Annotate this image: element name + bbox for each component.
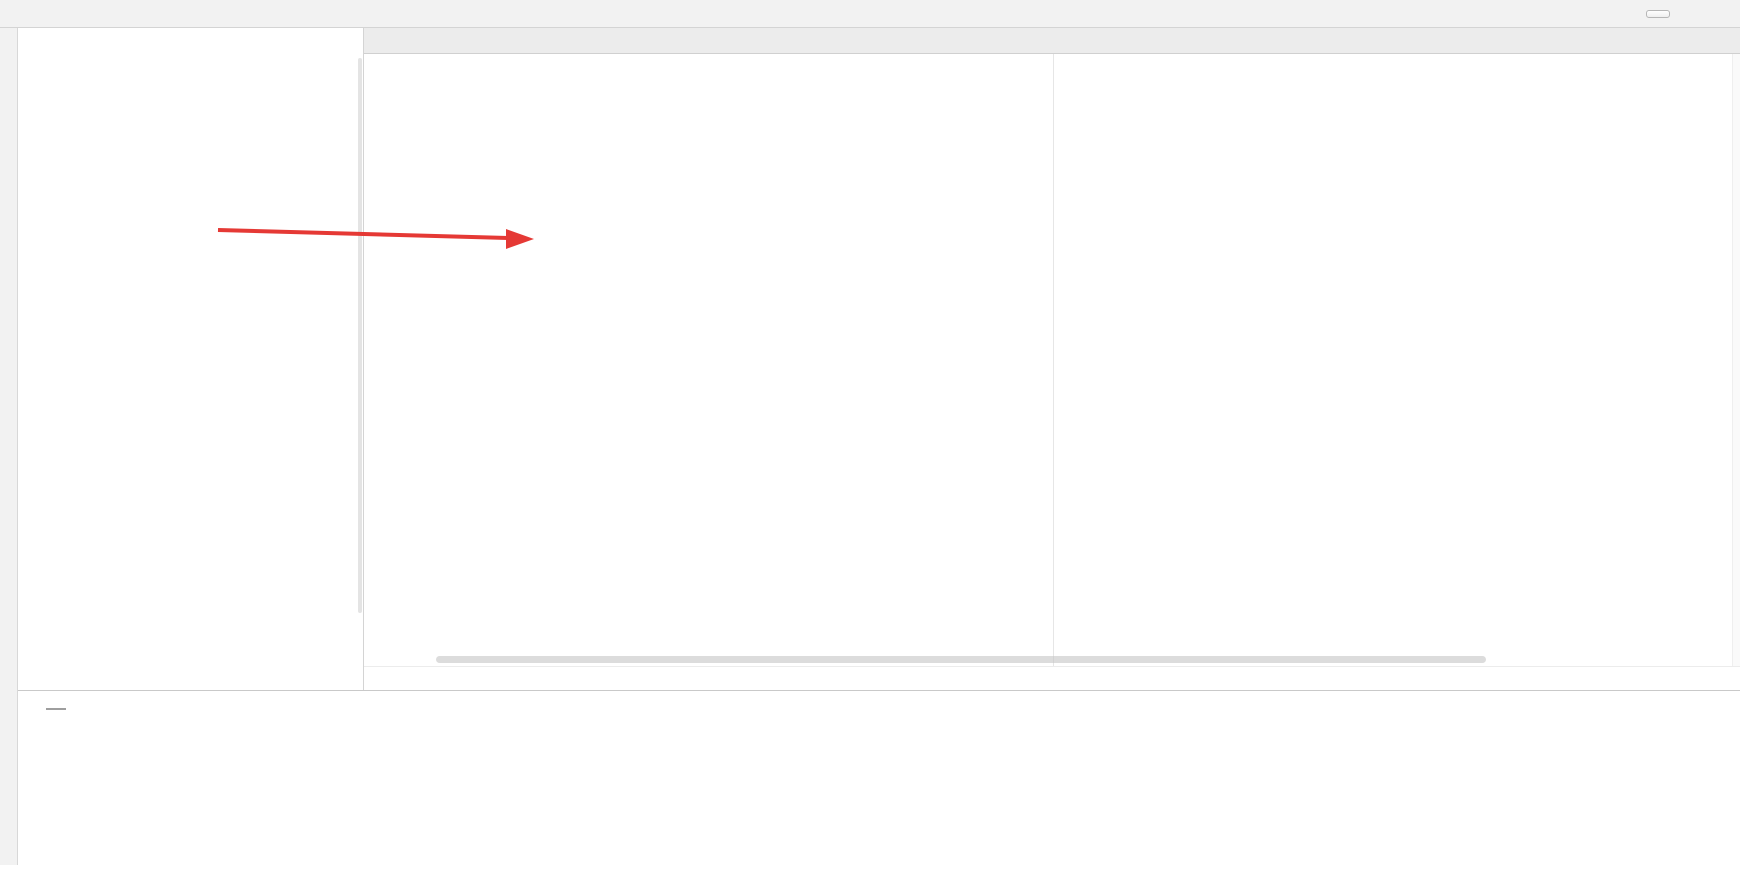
editor-error-stripe[interactable] xyxy=(1732,54,1740,666)
project-tree xyxy=(18,54,363,690)
terminal-output[interactable] xyxy=(18,719,1740,865)
horizontal-scrollbar[interactable] xyxy=(436,656,1486,663)
editor-breadcrumb xyxy=(364,666,1740,690)
code-editor[interactable] xyxy=(364,54,1740,666)
editor-area xyxy=(364,28,1740,690)
project-panel-header xyxy=(18,28,363,54)
terminal-panel xyxy=(18,690,1740,865)
right-margin-guide xyxy=(1053,54,1054,666)
project-panel xyxy=(18,28,364,690)
main-layout xyxy=(0,28,1740,865)
workspace-row xyxy=(18,28,1740,690)
terminal-tab-local[interactable] xyxy=(46,700,66,710)
left-tool-strip xyxy=(0,28,18,865)
titlebar xyxy=(0,0,1740,28)
titlebar-toolbar xyxy=(1646,10,1732,18)
main-column xyxy=(18,28,1740,865)
terminal-header xyxy=(18,691,1740,719)
project-tree-scrollbar[interactable] xyxy=(358,58,362,613)
add-configuration-button[interactable] xyxy=(1646,10,1670,18)
editor-tabs xyxy=(364,28,1740,54)
